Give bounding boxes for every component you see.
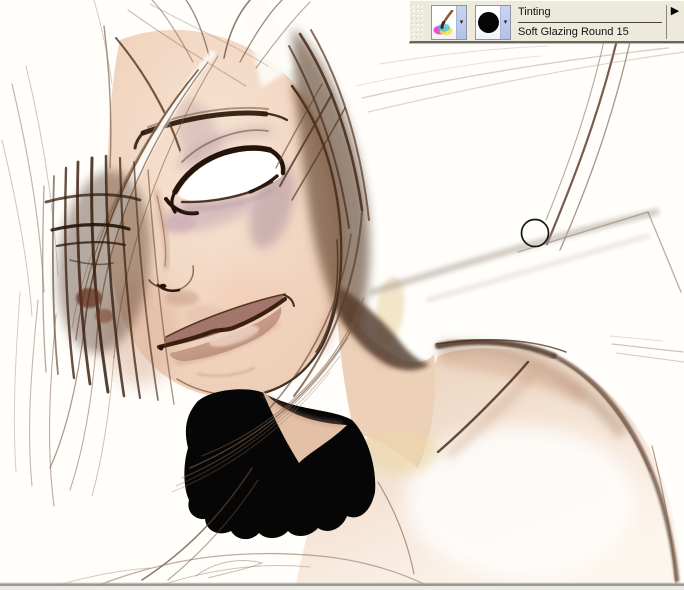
brush-selector-bar: ▾ ▾ Tinting Soft Glazing Round 15 ▶ <box>409 0 684 43</box>
brush-variant-button[interactable]: ▾ <box>475 5 511 40</box>
brush-category-button[interactable]: ▾ <box>431 5 467 40</box>
brush-dab-icon <box>476 6 500 39</box>
chevron-down-icon: ▾ <box>460 19 464 26</box>
palette-drag-handle[interactable] <box>412 5 425 39</box>
flyout-arrow-icon: ▶ <box>671 5 679 17</box>
brush-variant-dropdown[interactable]: ▾ <box>500 6 510 39</box>
brush-labels: Tinting Soft Glazing Round 15 <box>518 3 662 42</box>
brush-variant-label[interactable]: Soft Glazing Round 15 <box>518 23 662 42</box>
canvas-artwork[interactable] <box>0 0 684 590</box>
painter-workspace: ▾ ▾ Tinting Soft Glazing Round 15 ▶ <box>0 0 684 590</box>
window-bottom-edge <box>0 583 684 590</box>
brush-category-dropdown[interactable]: ▾ <box>456 6 466 39</box>
chevron-down-icon: ▾ <box>504 19 508 26</box>
flyout-arrow-button[interactable]: ▶ <box>667 4 683 17</box>
brush-category-icon <box>432 6 456 39</box>
brush-category-label[interactable]: Tinting <box>518 3 662 23</box>
